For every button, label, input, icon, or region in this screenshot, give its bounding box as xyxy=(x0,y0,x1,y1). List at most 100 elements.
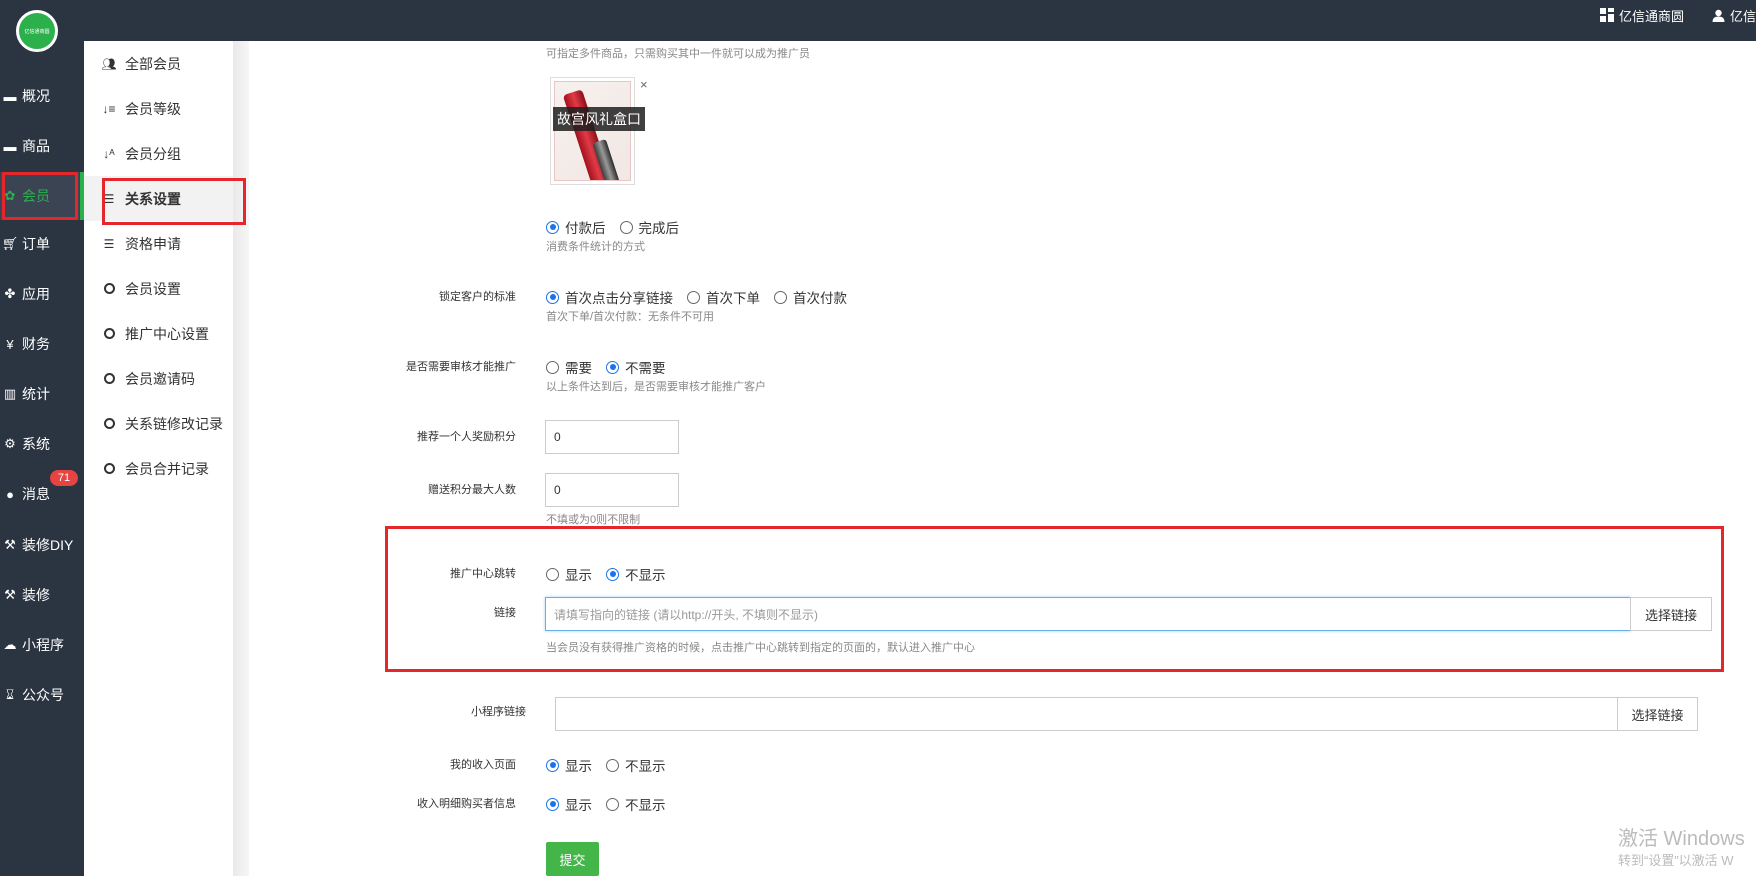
subnav-merge-log[interactable]: 会员合并记录 xyxy=(84,446,234,491)
radio-after-completion[interactable]: 完成后 xyxy=(619,217,679,237)
radio-first-payment[interactable]: 首次付款 xyxy=(774,287,847,307)
logo[interactable]: 亿信通商圆 xyxy=(16,10,58,52)
shop-switch[interactable]: 亿信通商圆 xyxy=(1599,6,1684,25)
sliders-icon: ☰ xyxy=(103,236,115,251)
radio-jump-show[interactable]: 显示 xyxy=(546,564,592,584)
nav-label: 公众号 xyxy=(22,687,64,703)
nav-overview[interactable]: ▬ 概况 xyxy=(0,74,84,118)
nav-label: 财务 xyxy=(22,336,50,352)
nav-decor[interactable]: ⚒ 装修 xyxy=(0,573,84,617)
products-hint: 可指定多件商品，只需购买其中一件就可以成为推广员 xyxy=(546,48,810,60)
gears-icon: ⚙ xyxy=(4,436,16,451)
subnav-label: 关系设置 xyxy=(125,190,181,207)
reward-points-label: 推荐一个人奖励积分 xyxy=(417,431,516,443)
user-icon xyxy=(1712,9,1725,22)
link-input[interactable]: 请填写指向的链接 (请以http://开头, 不填则不显示) xyxy=(545,597,1631,631)
nav-apps[interactable]: ✤ 应用 xyxy=(0,272,84,316)
miniapp-select-link-button[interactable]: 选择链接 xyxy=(1617,697,1698,731)
product-image xyxy=(554,81,631,181)
link-label: 链接 xyxy=(494,607,516,619)
subnav-member-level[interactable]: ↓≡ 会员等级 xyxy=(84,86,234,131)
radio-income-show[interactable]: 显示 xyxy=(546,755,592,775)
nav-products[interactable]: ▬ 商品 xyxy=(0,124,84,168)
product-thumbnail[interactable] xyxy=(550,77,635,185)
buyer-info-label: 收入明细购买者信息 xyxy=(417,798,516,810)
nav-official-account[interactable]: ⌛︎ 公众号 xyxy=(0,673,84,717)
max-people-input[interactable]: 0 xyxy=(545,473,679,507)
user-menu[interactable]: 亿信 xyxy=(1712,6,1756,25)
radio-first-order[interactable]: 首次下单 xyxy=(687,287,760,307)
message-badge: 71 xyxy=(50,470,78,486)
nav-decor-diy[interactable]: ⚒ 装修DIY xyxy=(0,523,84,567)
subnav-label: 全部会员 xyxy=(125,55,181,72)
radio-first-click[interactable]: 首次点击分享链接 xyxy=(546,287,673,307)
nav-finance[interactable]: ¥ 财务 xyxy=(0,322,84,366)
radio-income-hide[interactable]: 不显示 xyxy=(606,755,666,775)
main-sidebar: 亿信通商圆 ▬ 概况 ▬ 商品 ✿ 会员 🛒︎ 订单 ✤ 应用 ¥ 财务 ▥ 统计 ⚙ 系统 ●… xyxy=(0,0,84,876)
center-jump-radios: 显示 不显示 xyxy=(546,564,680,584)
subnav-member-settings[interactable]: 会员设置 xyxy=(84,266,234,311)
subnav-relation-log[interactable]: 关系链修改记录 xyxy=(84,401,234,446)
nav-label: 装修DIY xyxy=(22,537,74,553)
hourglass-icon: ⌛︎ xyxy=(5,687,15,702)
miniapp-link-input[interactable] xyxy=(555,697,1618,731)
link-hint: 当会员没有获得推广资格的时候，点击推广中心跳转到指定的页面的，默认进入推广中心 xyxy=(546,642,975,654)
sliders-icon: ☰ xyxy=(103,191,115,206)
radio-buyer-show[interactable]: 显示 xyxy=(546,794,592,814)
nav-system[interactable]: ⚙ 系统 xyxy=(0,422,84,466)
sort-level-icon: ↓≡ xyxy=(102,101,116,116)
nav-stats[interactable]: ▥ 统计 xyxy=(0,372,84,416)
income-page-label: 我的收入页面 xyxy=(450,759,516,771)
subnav-label: 关系链修改记录 xyxy=(125,415,223,432)
lock-standard-radios: 首次点击分享链接 首次下单 首次付款 xyxy=(546,287,861,307)
nav-label: 统计 xyxy=(22,386,50,402)
subnav-promo-center-settings[interactable]: 推广中心设置 xyxy=(84,311,234,356)
submit-button[interactable]: 提交 xyxy=(546,842,599,876)
lock-standard-label: 锁定客户的标准 xyxy=(439,291,516,303)
subnav-label: 会员设置 xyxy=(125,280,181,297)
bar-chart-icon: ▥ xyxy=(3,386,17,401)
nav-miniapp[interactable]: ☁ 小程序 xyxy=(0,623,84,667)
grid-icon xyxy=(1599,8,1614,22)
remove-product-icon[interactable]: × xyxy=(640,77,648,92)
subnav-label: 会员等级 xyxy=(125,100,181,117)
circle-icon xyxy=(101,283,117,294)
pay-timing-hint: 消费条件统计的方式 xyxy=(546,241,645,253)
radio-review-yes[interactable]: 需要 xyxy=(546,357,592,377)
radio-review-no[interactable]: 不需要 xyxy=(606,357,666,377)
select-link-button[interactable]: 选择链接 xyxy=(1630,597,1712,631)
subnav-relation-settings[interactable]: ☰ 关系设置 xyxy=(84,176,234,221)
reward-points-input[interactable]: 0 xyxy=(545,420,679,454)
nav-members[interactable]: ✿ 会员 xyxy=(0,172,84,220)
subnav-label: 推广中心设置 xyxy=(125,325,209,342)
windows-watermark-sub: 转到“设置”以激活 W xyxy=(1618,853,1734,868)
subnav-label: 会员分组 xyxy=(125,145,181,162)
sub-sidebar: 👥︎ 全部会员 ↓≡ 会员等级 ↓ᴬ 会员分组 ☰ 关系设置 ☰ 资格申请 会员设置 推广… xyxy=(84,41,234,876)
radio-after-payment[interactable]: 付款后 xyxy=(546,217,606,237)
topbar-right: 亿信通商圆 亿信 xyxy=(1572,0,1756,30)
buyer-info-radios: 显示 不显示 xyxy=(546,794,680,814)
radio-buyer-hide[interactable]: 不显示 xyxy=(606,794,666,814)
nav-label: 会员 xyxy=(22,188,50,204)
center-jump-label: 推广中心跳转 xyxy=(450,568,516,580)
hammer-icon: ⚒ xyxy=(4,537,16,552)
radio-jump-hide[interactable]: 不显示 xyxy=(606,564,666,584)
subnav-all-members[interactable]: 👥︎ 全部会员 xyxy=(84,41,234,86)
subnav-invite-code[interactable]: 会员邀请码 xyxy=(84,356,234,401)
need-review-label: 是否需要审核才能推广 xyxy=(406,361,516,373)
circle-icon xyxy=(101,373,117,384)
subnav-qualification[interactable]: ☰ 资格申请 xyxy=(84,221,234,266)
yen-icon: ¥ xyxy=(6,336,14,352)
max-people-hint: 不填或为0则不限制 xyxy=(546,514,641,526)
nav-label: 小程序 xyxy=(22,637,64,653)
windows-watermark-title: 激活 Windows xyxy=(1618,828,1745,850)
cart-icon: 🛒︎ xyxy=(1,236,19,251)
chat-icon: ● xyxy=(6,486,14,502)
circle-icon xyxy=(101,463,117,474)
subnav-member-group[interactable]: ↓ᴬ 会员分组 xyxy=(84,131,234,176)
apps-icon: ✤ xyxy=(4,286,16,301)
nav-orders[interactable]: 🛒︎ 订单 xyxy=(0,222,84,266)
top-bar: 亿信通商圆 亿信 xyxy=(0,0,1756,41)
income-page-radios: 显示 不显示 xyxy=(546,755,680,775)
nav-label: 系统 xyxy=(22,436,50,452)
